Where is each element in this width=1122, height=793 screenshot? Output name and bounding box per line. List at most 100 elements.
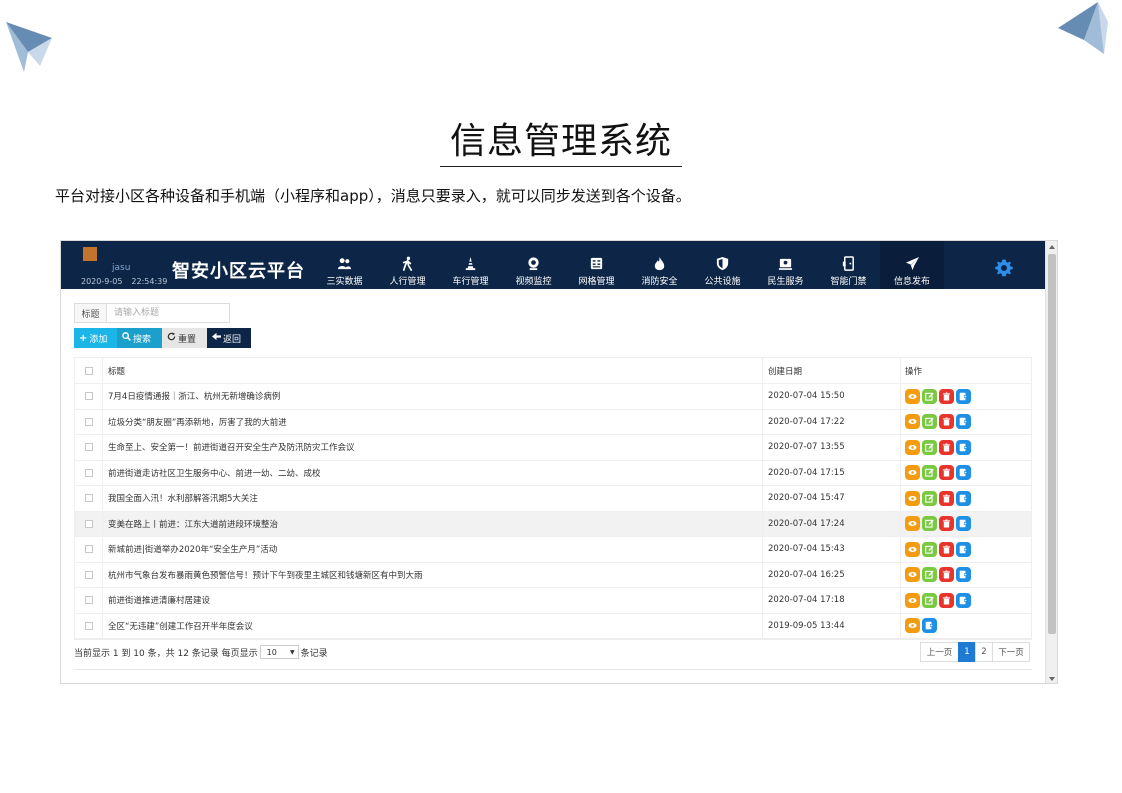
row-checkbox[interactable] [84,392,93,401]
title-search-input[interactable] [107,303,230,323]
reset-button[interactable]: 重置 [162,328,207,348]
row-checkbox-cell [75,613,103,638]
news-table: 标题 创建日期 操作 7月4日疫情通报｜浙江、杭州无新增确诊病例 2020-07-… [74,357,1032,640]
nav-item-video[interactable]: 视频监控 [502,250,565,289]
table-row[interactable]: 前进街道推进清廉村居建设 2020-07-04 17:18 [75,588,1031,614]
trash-icon[interactable] [939,439,954,455]
publish-icon[interactable] [956,541,971,557]
table-row[interactable]: 7月4日疫情通报｜浙江、杭州无新增确诊病例 2020-07-04 15:50 [75,384,1031,410]
header-title[interactable]: 标题 [103,358,763,383]
trash-icon[interactable] [939,490,954,506]
search-row: 标题 [74,303,230,323]
publish-icon[interactable] [956,592,971,608]
table-row[interactable]: 前进街道走访社区卫生服务中心、前进一幼、二幼、成校 2020-07-04 17:1… [75,460,1031,486]
add-button[interactable]: + 添加 [74,328,117,348]
page-size-select[interactable]: 10 ▼ [259,645,299,659]
table-row[interactable]: 生命至上、安全第一！前进街道召开安全生产及防汛防灾工作会议 2020-07-07 … [75,435,1031,461]
table-row[interactable]: 变美在路上丨前进：江东大道前进段环境整治 2020-07-04 17:24 [75,511,1031,537]
edit-icon[interactable] [922,592,937,608]
edit-icon[interactable] [922,541,937,557]
arrow-left-icon [212,332,221,344]
publish-icon[interactable] [956,516,971,532]
gear-icon[interactable] [995,259,1013,277]
trash-icon[interactable] [939,516,954,532]
eye-icon[interactable] [905,618,920,634]
edit-icon[interactable] [922,388,937,404]
publish-icon[interactable] [956,388,971,404]
row-checkbox[interactable] [84,468,93,477]
title-wrap: 信息管理系统 [0,112,1122,167]
back-button[interactable]: 返回 [207,328,251,348]
pagination-info-prefix: 当前显示 1 到 10 条，共 12 条记录 每页显示 [74,648,258,659]
table-row[interactable]: 杭州市气象台发布暴雨黄色预警信号！预计下午到夜里主城区和钱塘新区有中到大雨 202… [75,562,1031,588]
nav-item-publish[interactable]: 信息发布 [880,241,944,289]
edit-icon[interactable] [922,465,937,481]
edit-icon[interactable] [922,490,937,506]
eye-icon[interactable] [905,414,920,430]
nav-item-pedestrian[interactable]: 人行管理 [376,250,439,289]
row-checkbox[interactable] [84,545,93,554]
edit-icon[interactable] [922,516,937,532]
row-actions [901,614,1031,639]
edit-icon[interactable] [922,414,937,430]
main-nav: 三实数据 人行管理 车行管理 视频监控 网格管理 消防安全 公共设施 民生服务 … [313,241,944,289]
nav-item-fire[interactable]: 消防安全 [628,250,691,289]
scroll-up-icon[interactable] [1049,245,1055,249]
nav-item-facilities[interactable]: 公共设施 [691,250,754,289]
row-title: 前进街道走访社区卫生服务中心、前进一幼、二幼、成校 [103,460,763,485]
table-row[interactable]: 全区“无违建”创建工作召开半年度会议 2019-09-05 13:44 [75,613,1031,639]
table-row[interactable]: 垃圾分类“朋友圈”再添新地，厉害了我的大前进 2020-07-04 17:22 [75,409,1031,435]
publish-icon[interactable] [922,618,937,634]
row-checkbox[interactable] [84,519,93,528]
trash-icon[interactable] [939,388,954,404]
nav-item-service[interactable]: 民生服务 [754,250,817,289]
eye-icon[interactable] [905,465,920,481]
row-checkbox[interactable] [84,621,93,630]
row-date: 2020-07-07 13:55 [763,435,901,460]
row-checkbox[interactable] [84,596,93,605]
eye-icon[interactable] [905,592,920,608]
nav-item-vehicle[interactable]: 车行管理 [439,250,502,289]
table-row[interactable]: 新城前进|街道举办2020年“安全生产月”活动 2020-07-04 15:43 [75,537,1031,563]
trash-icon[interactable] [939,465,954,481]
header-date[interactable]: 创建日期 [763,358,901,383]
scroll-thumb[interactable] [1048,254,1056,634]
search-button[interactable]: 搜索 [117,328,162,348]
nav-item-access[interactable]: 智能门禁 [817,250,880,289]
eye-icon[interactable] [905,567,920,583]
eye-icon[interactable] [905,490,920,506]
edit-icon[interactable] [922,439,937,455]
publish-icon[interactable] [956,465,971,481]
page-button-2[interactable]: 2 [975,642,992,662]
table-row[interactable]: 我国全面入汛！水利部解答汛期5大关注 2020-07-04 15:47 [75,486,1031,512]
trash-icon[interactable] [939,567,954,583]
row-date: 2020-07-04 15:47 [763,486,901,511]
publish-icon[interactable] [956,439,971,455]
scroll-down-icon[interactable] [1049,677,1055,681]
trash-icon[interactable] [939,592,954,608]
eye-icon[interactable] [905,516,920,532]
decorative-triangle-right [1058,2,1108,54]
publish-icon[interactable] [956,490,971,506]
page-button-1[interactable]: 1 [958,642,975,662]
nav-item-sanshi[interactable]: 三实数据 [313,250,376,289]
row-checkbox[interactable] [84,494,93,503]
row-checkbox[interactable] [84,570,93,579]
prev-page-button[interactable]: 上一页 [920,642,958,662]
row-checkbox[interactable] [84,417,93,426]
reset-button-label: 重置 [178,334,197,345]
next-page-button[interactable]: 下一页 [992,642,1030,662]
eye-icon[interactable] [905,541,920,557]
page-scrollbar[interactable] [1045,241,1057,683]
publish-icon[interactable] [956,414,971,430]
eye-icon[interactable] [905,439,920,455]
nav-item-grid[interactable]: 网格管理 [565,250,628,289]
trash-icon[interactable] [939,541,954,557]
row-checkbox[interactable] [84,443,93,452]
select-all-checkbox[interactable] [84,366,93,375]
edit-icon[interactable] [922,567,937,583]
eye-icon[interactable] [905,388,920,404]
row-date: 2020-07-04 17:18 [763,588,901,613]
trash-icon[interactable] [939,414,954,430]
publish-icon[interactable] [956,567,971,583]
